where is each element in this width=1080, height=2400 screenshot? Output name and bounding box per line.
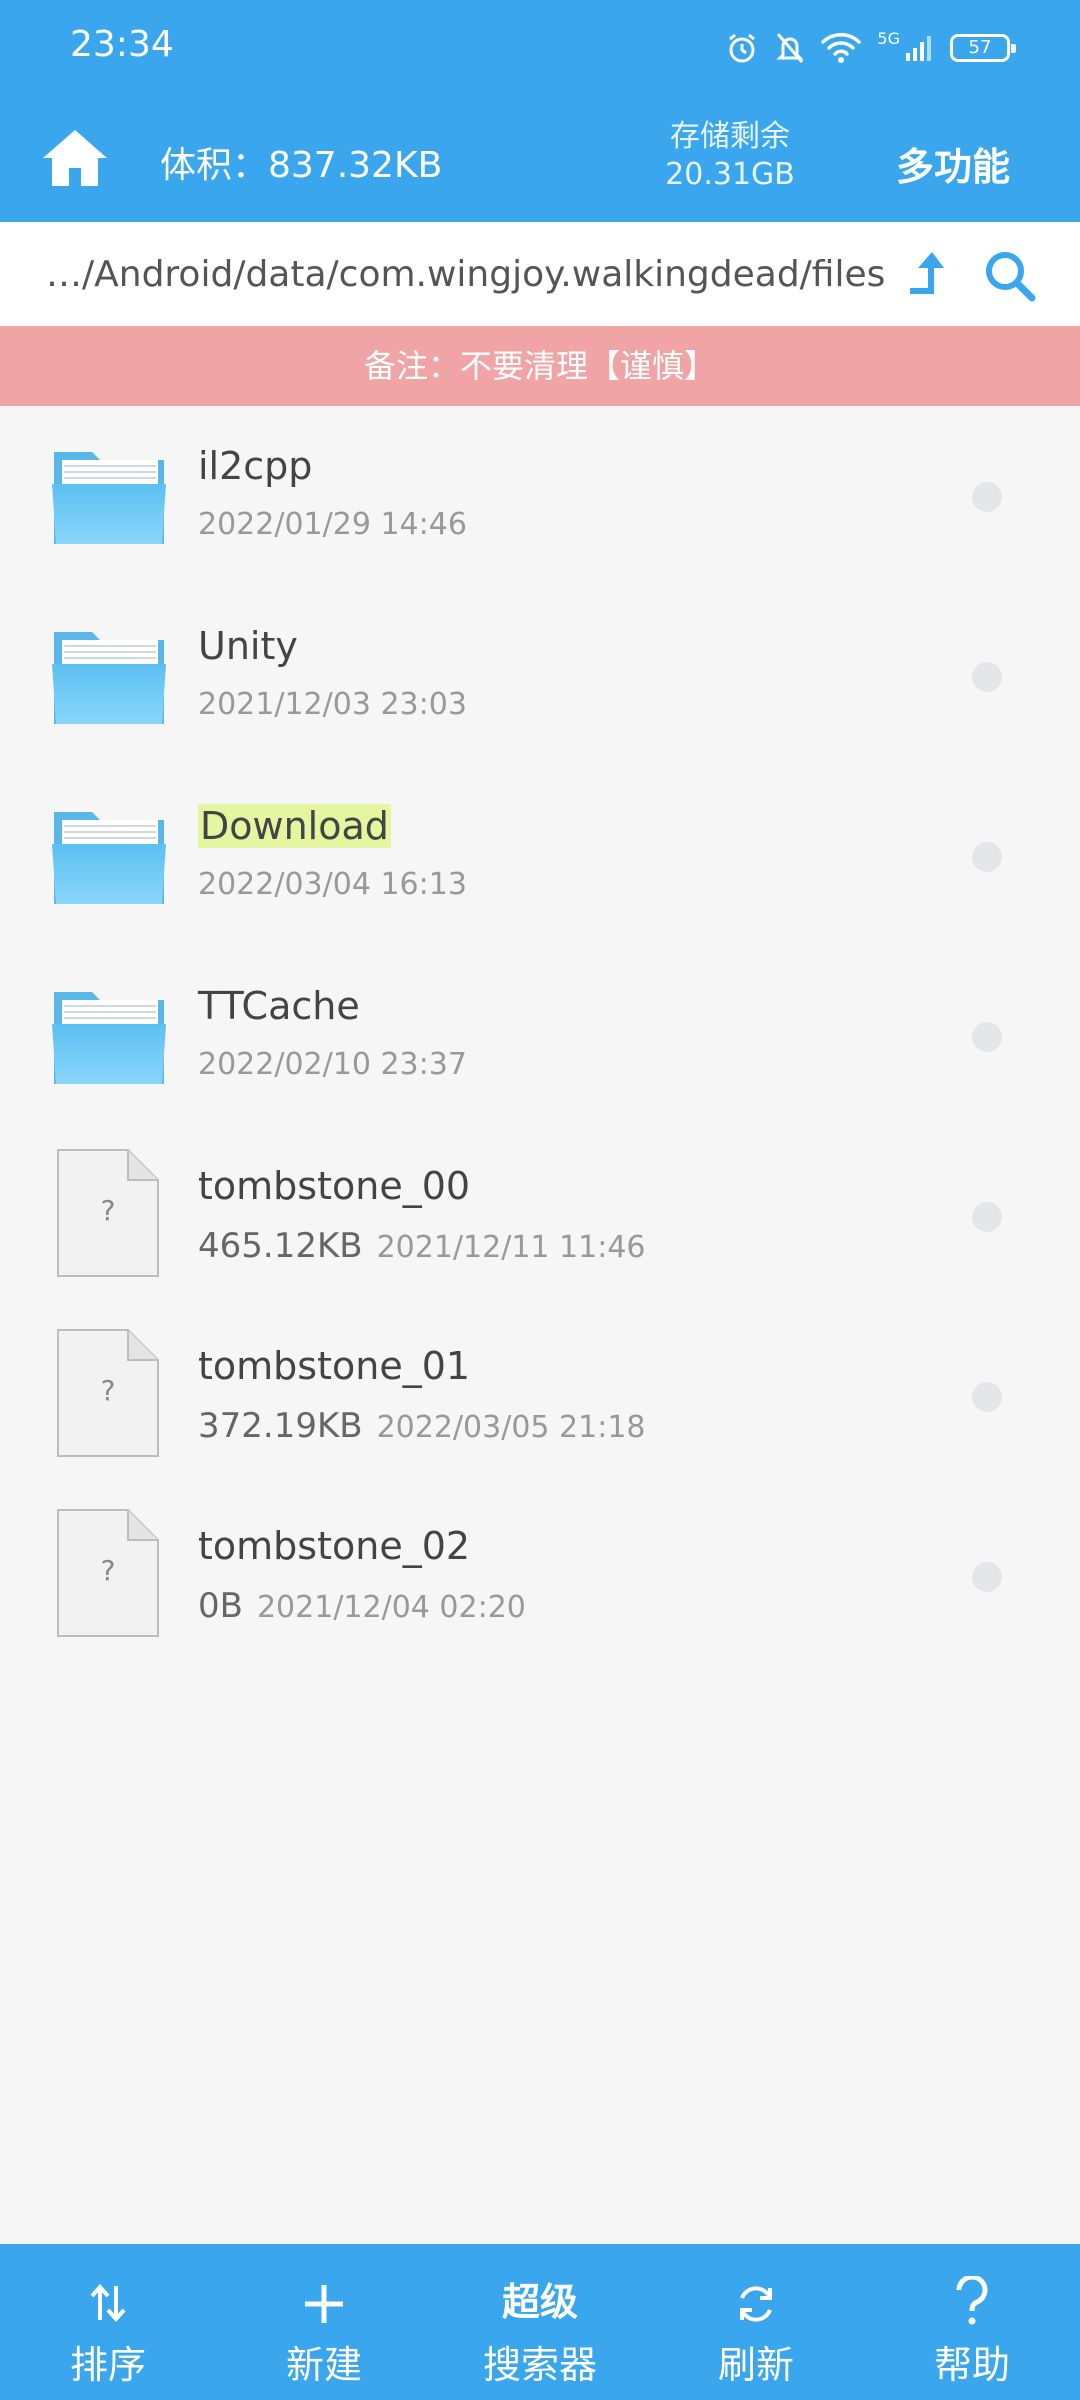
file-row[interactable]: ? tombstone_02 0B 2021/12/04 02:20 [0, 1486, 1080, 1666]
file-meta: 2022/02/10 23:37 [198, 1046, 467, 1082]
sort-button[interactable]: 排序 [18, 2244, 198, 2400]
file-row[interactable]: TTCache 2022/02/10 23:37 [0, 946, 1080, 1126]
status-bar: 23:34 5G 57 [0, 0, 1080, 96]
storage-value: 20.31GB [665, 157, 795, 192]
file-date: 2021/12/11 11:46 [376, 1230, 646, 1265]
file-name: tombstone_02 [198, 1524, 471, 1568]
file-meta: 2021/12/03 23:03 [198, 686, 467, 722]
file-name: Unity [198, 624, 298, 668]
svg-text:?: ? [101, 1194, 116, 1227]
wifi-icon [821, 32, 862, 64]
file-row[interactable]: Download 2022/03/04 16:13 [0, 766, 1080, 946]
file-row[interactable]: ? tombstone_00 465.12KB 2021/12/11 11:46 [0, 1126, 1080, 1306]
parent-folder-button[interactable] [904, 246, 960, 302]
file-meta: 372.19KB 2022/03/05 21:18 [198, 1406, 646, 1446]
select-checkbox[interactable] [972, 1562, 1002, 1592]
select-checkbox[interactable] [972, 842, 1002, 872]
svg-text:?: ? [101, 1374, 116, 1407]
file-meta: 0B 2021/12/04 02:20 [198, 1586, 526, 1626]
network-type: 5G [877, 28, 900, 48]
unknown-file-icon: ? [50, 1508, 168, 1637]
mute-bell-icon [775, 31, 805, 65]
sort-label: 排序 [69, 2343, 146, 2387]
new-label: 新建 [285, 2343, 362, 2387]
storage-remaining: 存储剩余 20.31GB [650, 118, 810, 194]
alarm-icon [725, 31, 759, 65]
file-name: TTCache [198, 984, 360, 1028]
folder-icon [50, 438, 168, 550]
file-date: 2021/12/04 02:20 [256, 1590, 526, 1625]
file-name: il2cpp [198, 444, 313, 488]
file-meta: 2022/01/29 14:46 [198, 506, 467, 542]
multi-function-button[interactable]: 多功能 [896, 136, 1010, 191]
file-row[interactable]: ? tombstone_01 372.19KB 2022/03/05 21:18 [0, 1306, 1080, 1486]
bottom-toolbar: 排序 新建 超级 搜索器 刷新 帮助 [0, 2244, 1080, 2400]
select-checkbox[interactable] [972, 1382, 1002, 1412]
searcher-label: 搜索器 [482, 2343, 597, 2387]
signal-icon [904, 33, 934, 63]
select-checkbox[interactable] [972, 662, 1002, 692]
status-icons: 5G 57 [725, 28, 1016, 68]
file-date: 2022/02/10 23:37 [198, 1047, 467, 1082]
folder-note-banner: 备注：不要清理【谨慎】 [0, 326, 1080, 406]
folder-icon [50, 978, 168, 1090]
new-button[interactable]: 新建 [234, 2244, 414, 2400]
file-size: 372.19KB [198, 1406, 363, 1446]
folder-size-label: 体积：837.32KB [160, 145, 443, 186]
select-checkbox[interactable] [972, 482, 1002, 512]
file-name: Download [198, 804, 391, 848]
up-arrow-icon [910, 252, 944, 294]
sort-icon [18, 2244, 198, 2326]
super-search-button[interactable]: 超级 搜索器 [450, 2244, 630, 2400]
refresh-button[interactable]: 刷新 [666, 2244, 846, 2400]
file-row[interactable]: Unity 2021/12/03 23:03 [0, 586, 1080, 766]
app-bar: 体积：837.32KB 存储剩余 20.31GB 多功能 [0, 96, 1080, 222]
file-name: tombstone_01 [198, 1344, 471, 1388]
super-label: 超级 [501, 2280, 578, 2324]
select-checkbox[interactable] [972, 1202, 1002, 1232]
folder-icon [50, 618, 168, 730]
refresh-label: 刷新 [717, 2343, 794, 2387]
storage-label: 存储剩余 [670, 119, 790, 154]
status-time: 23:34 [70, 24, 174, 65]
current-path[interactable]: …/Android/data/com.wingjoy.walkingdead/f… [46, 254, 896, 295]
file-meta: 465.12KB 2021/12/11 11:46 [198, 1226, 646, 1266]
file-meta: 2022/03/04 16:13 [198, 866, 467, 902]
battery-icon: 57 [950, 34, 1016, 62]
search-icon [986, 252, 1036, 302]
search-button[interactable] [982, 248, 1038, 304]
svg-text:?: ? [101, 1554, 116, 1587]
refresh-icon [666, 2244, 846, 2326]
file-date: 2022/03/05 21:18 [376, 1410, 646, 1445]
folder-icon [50, 798, 168, 910]
question-icon [882, 2244, 1062, 2326]
help-label: 帮助 [933, 2343, 1010, 2387]
path-bar: …/Android/data/com.wingjoy.walkingdead/f… [0, 222, 1080, 326]
select-checkbox[interactable] [972, 1022, 1002, 1052]
unknown-file-icon: ? [50, 1328, 168, 1457]
plus-icon [234, 2244, 414, 2326]
file-size: 465.12KB [198, 1226, 363, 1266]
file-row[interactable]: il2cpp 2022/01/29 14:46 [0, 406, 1080, 586]
home-button[interactable] [40, 126, 110, 190]
unknown-file-icon: ? [50, 1148, 168, 1277]
file-size: 0B [198, 1586, 243, 1626]
file-date: 2022/03/04 16:13 [198, 867, 467, 902]
file-name: tombstone_00 [198, 1164, 471, 1208]
file-date: 2021/12/03 23:03 [198, 687, 467, 722]
file-date: 2022/01/29 14:46 [198, 507, 467, 542]
help-button[interactable]: 帮助 [882, 2244, 1062, 2400]
home-icon [43, 130, 107, 186]
